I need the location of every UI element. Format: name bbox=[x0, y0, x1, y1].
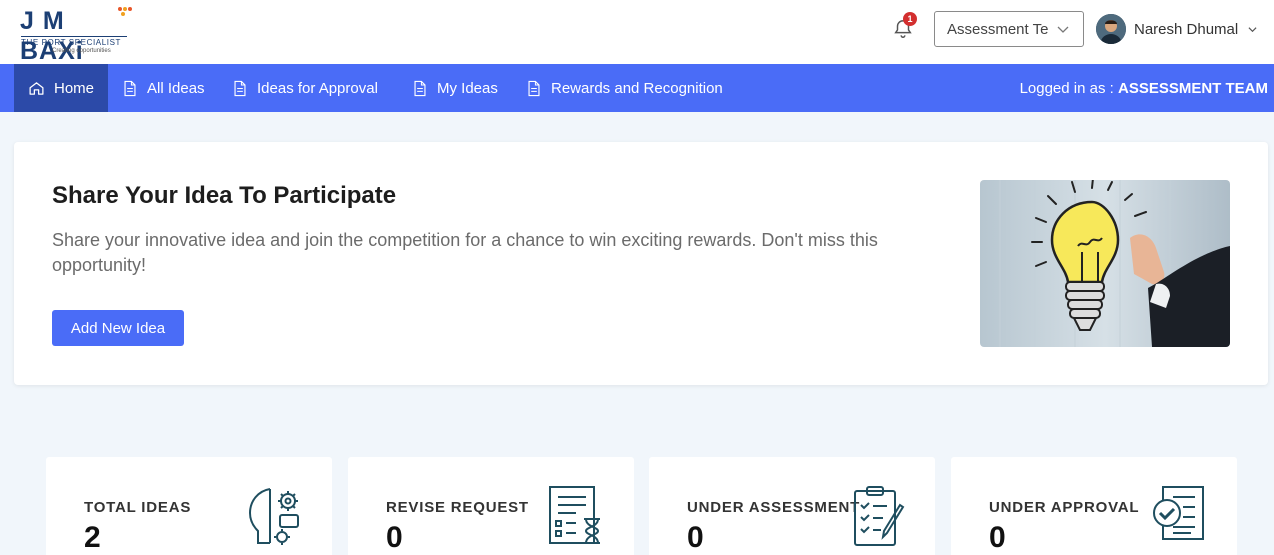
chevron-down-icon[interactable] bbox=[1248, 25, 1257, 34]
user-name[interactable]: Naresh Dhumal bbox=[1134, 21, 1238, 38]
nav-my-ideas-label: My Ideas bbox=[437, 79, 498, 97]
nav-my-ideas[interactable]: My Ideas bbox=[412, 64, 498, 112]
stat-label: UNDER APPROVAL bbox=[989, 499, 1140, 516]
main-navbar: Home All Ideas Ideas for Approval My Ide… bbox=[0, 64, 1274, 112]
document-approved-icon bbox=[1153, 486, 1204, 540]
nav-home-label: Home bbox=[54, 79, 95, 97]
logged-in-prefix: Logged in as : bbox=[1019, 80, 1114, 97]
logo-dots bbox=[118, 7, 132, 17]
stat-value: 0 bbox=[989, 521, 1006, 554]
chevron-down-icon bbox=[1057, 26, 1069, 33]
logged-in-status: Logged in as : ASSESSMENT TEAM bbox=[1020, 80, 1268, 97]
hero-description: Share your innovative idea and join the … bbox=[52, 230, 878, 275]
company-logo[interactable]: J M BAXi THE PORT SPECIALIST Creating op… bbox=[20, 6, 132, 65]
document-icon bbox=[528, 80, 540, 96]
nav-home[interactable]: Home bbox=[14, 64, 108, 112]
clipboard-checklist-icon bbox=[854, 486, 905, 546]
stat-value: 0 bbox=[386, 521, 403, 554]
logo-subtagline: Creating opportunities bbox=[52, 48, 111, 54]
nav-ideas-for-approval[interactable]: Ideas for Approval bbox=[232, 64, 378, 112]
document-icon bbox=[414, 80, 426, 96]
logged-in-role: ASSESSMENT TEAM bbox=[1117, 80, 1268, 97]
notification-badge: 1 bbox=[903, 12, 917, 26]
document-icon bbox=[124, 80, 136, 96]
brain-gear-icon bbox=[248, 488, 299, 545]
document-icon bbox=[234, 80, 246, 96]
share-idea-card: Share Your Idea To Participate Share you… bbox=[14, 142, 1268, 385]
nav-rewards-label: Rewards and Recognition bbox=[551, 79, 723, 97]
nav-all-ideas[interactable]: All Ideas bbox=[122, 64, 205, 112]
stat-label: UNDER ASSESSMENT bbox=[687, 499, 861, 516]
stat-card-revise-request[interactable]: REVISE REQUEST 0 bbox=[348, 457, 634, 555]
top-header: J M BAXi THE PORT SPECIALIST Creating op… bbox=[0, 0, 1274, 65]
stat-value: 2 bbox=[84, 521, 101, 554]
stat-value: 0 bbox=[687, 521, 704, 554]
add-new-idea-button[interactable]: Add New Idea bbox=[52, 310, 184, 346]
role-select-value: Assessment Team bbox=[947, 21, 1049, 38]
logo-tagline: THE PORT SPECIALIST bbox=[21, 36, 127, 47]
stat-card-under-assessment[interactable]: UNDER ASSESSMENT 0 bbox=[649, 457, 935, 555]
role-select[interactable]: Assessment Team bbox=[934, 11, 1084, 47]
nav-rewards[interactable]: Rewards and Recognition bbox=[526, 64, 723, 112]
nav-ideas-for-approval-label: Ideas for Approval bbox=[257, 79, 378, 97]
hero-title: Share Your Idea To Participate bbox=[52, 182, 397, 209]
document-hourglass-icon bbox=[549, 486, 600, 544]
stat-label: TOTAL IDEAS bbox=[84, 499, 192, 516]
nav-all-ideas-label: All Ideas bbox=[147, 79, 205, 97]
stat-card-total-ideas[interactable]: TOTAL IDEAS 2 bbox=[46, 457, 332, 555]
user-avatar[interactable] bbox=[1096, 14, 1126, 44]
stat-label: REVISE REQUEST bbox=[386, 499, 529, 516]
stat-card-under-approval[interactable]: UNDER APPROVAL 0 bbox=[951, 457, 1237, 555]
lightbulb-illustration bbox=[980, 180, 1230, 347]
home-icon bbox=[29, 81, 44, 95]
